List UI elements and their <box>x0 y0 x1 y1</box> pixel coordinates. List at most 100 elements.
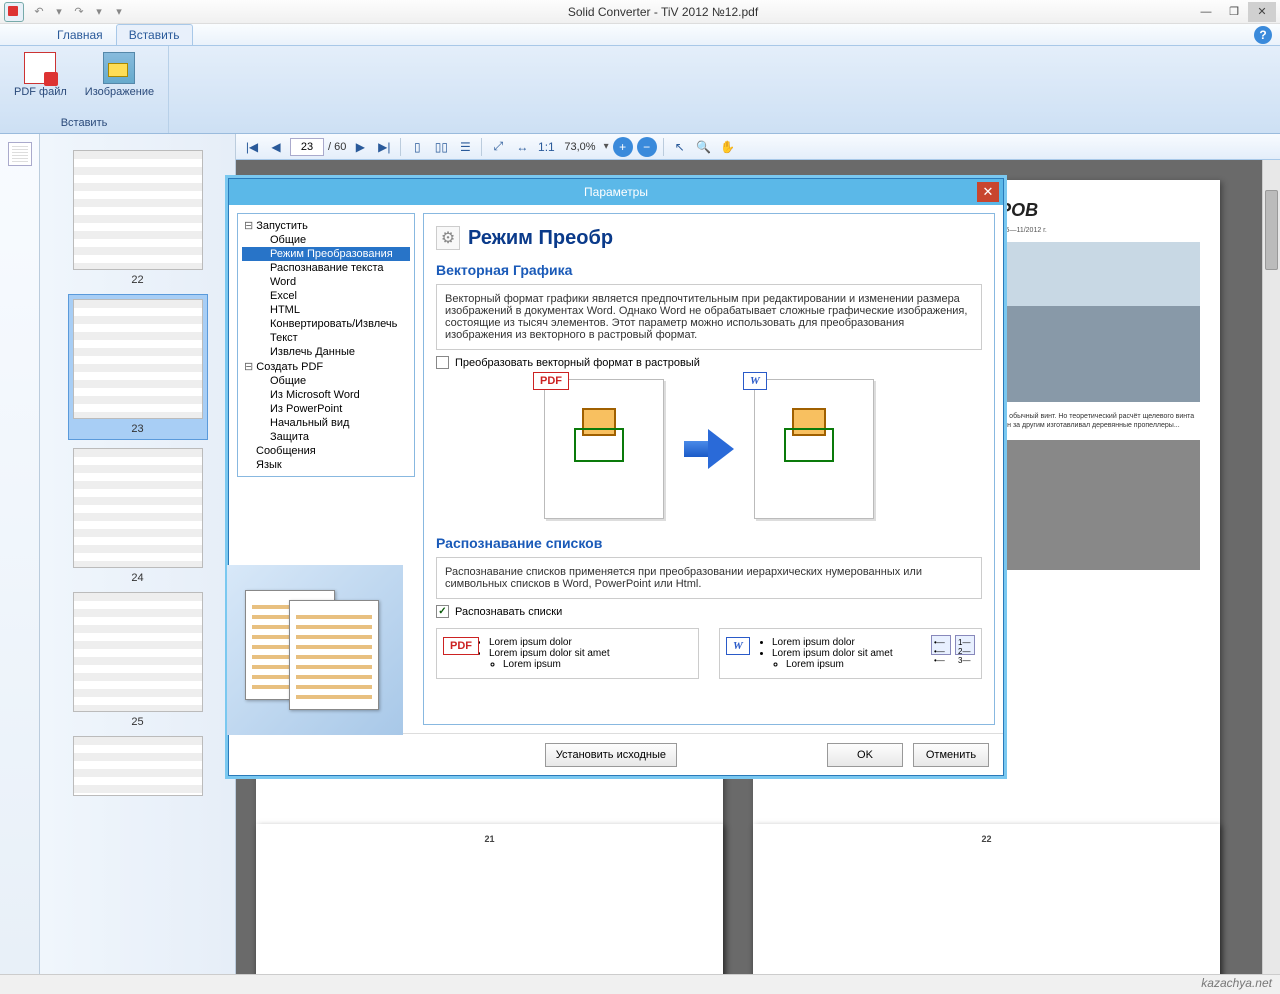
help-icon[interactable]: ? <box>1254 26 1272 44</box>
list-word-mini: W •—•—•— 1—2—3— Lorem ipsum dolor Lorem … <box>719 628 982 679</box>
tree-html[interactable]: HTML <box>242 303 410 317</box>
thumb-label: 24 <box>68 572 208 584</box>
next-page-button[interactable]: ▶ <box>350 137 370 157</box>
tree-create-pdf[interactable]: Создать PDF <box>242 359 410 374</box>
tree-run[interactable]: Запустить <box>242 218 410 233</box>
app-icon[interactable] <box>4 2 24 22</box>
tree-general2[interactable]: Общие <box>242 374 410 388</box>
lists-description: Распознавание списков применяется при пр… <box>436 557 982 599</box>
vector-title: Векторная Графика <box>436 262 982 278</box>
pdf-file-icon <box>24 52 56 84</box>
qat-customize[interactable]: ▾ <box>110 4 128 20</box>
thumb-22[interactable]: 22 <box>68 150 208 286</box>
ribbon: PDF файл Изображение Вставить <box>0 46 1280 134</box>
left-sidebar <box>0 134 40 974</box>
search-icon[interactable]: 🔍 <box>694 137 714 157</box>
tree-from-word[interactable]: Из Microsoft Word <box>242 388 410 402</box>
maximize-button[interactable]: ❐ <box>1220 2 1248 22</box>
vector-illustration: PDF W <box>436 379 982 519</box>
tree-from-ppt[interactable]: Из PowerPoint <box>242 402 410 416</box>
prev-page-button[interactable]: ◀ <box>266 137 286 157</box>
tree-convert-extract[interactable]: Конвертировать/Извлечь <box>242 317 410 331</box>
vector-checkbox[interactable] <box>436 356 449 369</box>
options-tree[interactable]: Запустить Общие Режим Преобразования Рас… <box>237 213 415 477</box>
lorem: Lorem ipsum dolor sit amet <box>489 648 690 659</box>
zoom-dropdown[interactable]: ▾ <box>604 141 609 152</box>
lorem: Lorem ipsum dolor <box>489 637 690 648</box>
page-21-preview: 21 <box>256 824 723 974</box>
thumb-26[interactable] <box>68 736 208 796</box>
fit-width-icon[interactable]: ↔ <box>512 137 532 157</box>
tree-text[interactable]: Текст <box>242 331 410 345</box>
insert-image-button[interactable]: Изображение <box>81 50 158 117</box>
tree-ocr[interactable]: Распознавание текста <box>242 261 410 275</box>
shape-icon <box>574 408 634 468</box>
hand-tool-icon[interactable]: ✋ <box>718 137 738 157</box>
vscroll-thumb[interactable] <box>1265 190 1278 270</box>
thumb-25[interactable]: 25 <box>68 592 208 728</box>
redo-button[interactable]: ↷ <box>70 4 88 20</box>
ribbon-group-label: Вставить <box>61 117 108 129</box>
vertical-scrollbar[interactable] <box>1262 160 1280 974</box>
dialog-titlebar[interactable]: Параметры ✕ <box>229 179 1003 205</box>
tree-messages[interactable]: Сообщения <box>242 444 410 458</box>
page-num: 22 <box>763 834 1210 844</box>
reset-button[interactable]: Установить исходные <box>545 743 677 767</box>
zoom-out-button[interactable]: − <box>637 137 657 157</box>
ribbon-group-insert: PDF файл Изображение Вставить <box>0 46 169 133</box>
thumb-img <box>73 592 203 712</box>
thumbnails-panel-icon[interactable] <box>8 142 32 166</box>
tree-initial-view[interactable]: Начальный вид <box>242 416 410 430</box>
actual-size-icon[interactable]: 1:1 <box>536 137 556 157</box>
tab-insert[interactable]: Вставить <box>116 24 193 45</box>
vector-description: Векторный формат графики является предпо… <box>436 284 982 350</box>
select-tool-icon[interactable]: ↖ <box>670 137 690 157</box>
zoom-in-button[interactable]: + <box>613 137 633 157</box>
titlebar: ↶ ▾ ↷ ▾ ▾ Solid Converter - TiV 2012 №12… <box>0 0 1280 24</box>
page-input[interactable] <box>290 138 324 156</box>
tree-language[interactable]: Язык <box>242 458 410 472</box>
watermark: kazachya.net <box>1201 976 1272 990</box>
single-page-icon[interactable]: ▯ <box>407 137 427 157</box>
tree-security[interactable]: Защита <box>242 430 410 444</box>
tree-convert-mode[interactable]: Режим Преобразования <box>242 247 410 261</box>
preview-doc-front <box>289 600 379 710</box>
thumb-23[interactable]: 23 <box>68 294 208 440</box>
undo-dropdown[interactable]: ▾ <box>50 4 68 20</box>
tree-extract-data[interactable]: Извлечь Данные <box>242 345 410 359</box>
word-mini: W <box>754 379 874 519</box>
image-icon <box>103 52 135 84</box>
tree-general[interactable]: Общие <box>242 233 410 247</box>
viewer-toolbar: |◀ ◀ / 60 ▶ ▶| ▯ ▯▯ ☰ ⤢ ↔ 1:1 73,0% ▾ + … <box>236 134 1280 160</box>
redo-dropdown[interactable]: ▾ <box>90 4 108 20</box>
shape-icon <box>784 408 844 468</box>
close-button[interactable]: ✕ <box>1248 2 1276 22</box>
tree-excel[interactable]: Excel <box>242 289 410 303</box>
pdf-badge: PDF <box>533 372 569 390</box>
first-page-button[interactable]: |◀ <box>242 137 262 157</box>
dialog-title: Параметры <box>584 185 648 199</box>
dialog-preview-illustration <box>227 565 403 735</box>
cancel-button[interactable]: Отменить <box>913 743 989 767</box>
numbers-icon: 1—2—3— <box>955 635 975 655</box>
content-heading: Режим Преобр <box>468 227 613 250</box>
fit-page-icon[interactable]: ⤢ <box>488 137 508 157</box>
options-dialog: Параметры ✕ Запустить Общие Режим Преобр… <box>228 178 1004 776</box>
continuous-icon[interactable]: ☰ <box>455 137 475 157</box>
tree-word[interactable]: Word <box>242 275 410 289</box>
last-page-button[interactable]: ▶| <box>374 137 394 157</box>
dialog-close-button[interactable]: ✕ <box>977 182 999 202</box>
ok-button[interactable]: OK <box>827 743 903 767</box>
thumbnail-panel[interactable]: 22 23 24 25 <box>40 134 236 974</box>
undo-button[interactable]: ↶ <box>30 4 48 20</box>
insert-pdf-button[interactable]: PDF файл <box>10 50 71 117</box>
thumb-img <box>73 299 203 419</box>
two-page-icon[interactable]: ▯▯ <box>431 137 451 157</box>
tab-main[interactable]: Главная <box>44 24 116 45</box>
minimize-button[interactable]: — <box>1192 2 1220 22</box>
lists-illustration: PDF Lorem ipsum dolor Lorem ipsum dolor … <box>436 628 982 679</box>
lists-checkbox[interactable] <box>436 605 449 618</box>
vector-checkbox-label: Преобразовать векторный формат в растров… <box>455 357 700 369</box>
thumb-24[interactable]: 24 <box>68 448 208 584</box>
pages-row-lower: 21 22 <box>256 824 1220 974</box>
